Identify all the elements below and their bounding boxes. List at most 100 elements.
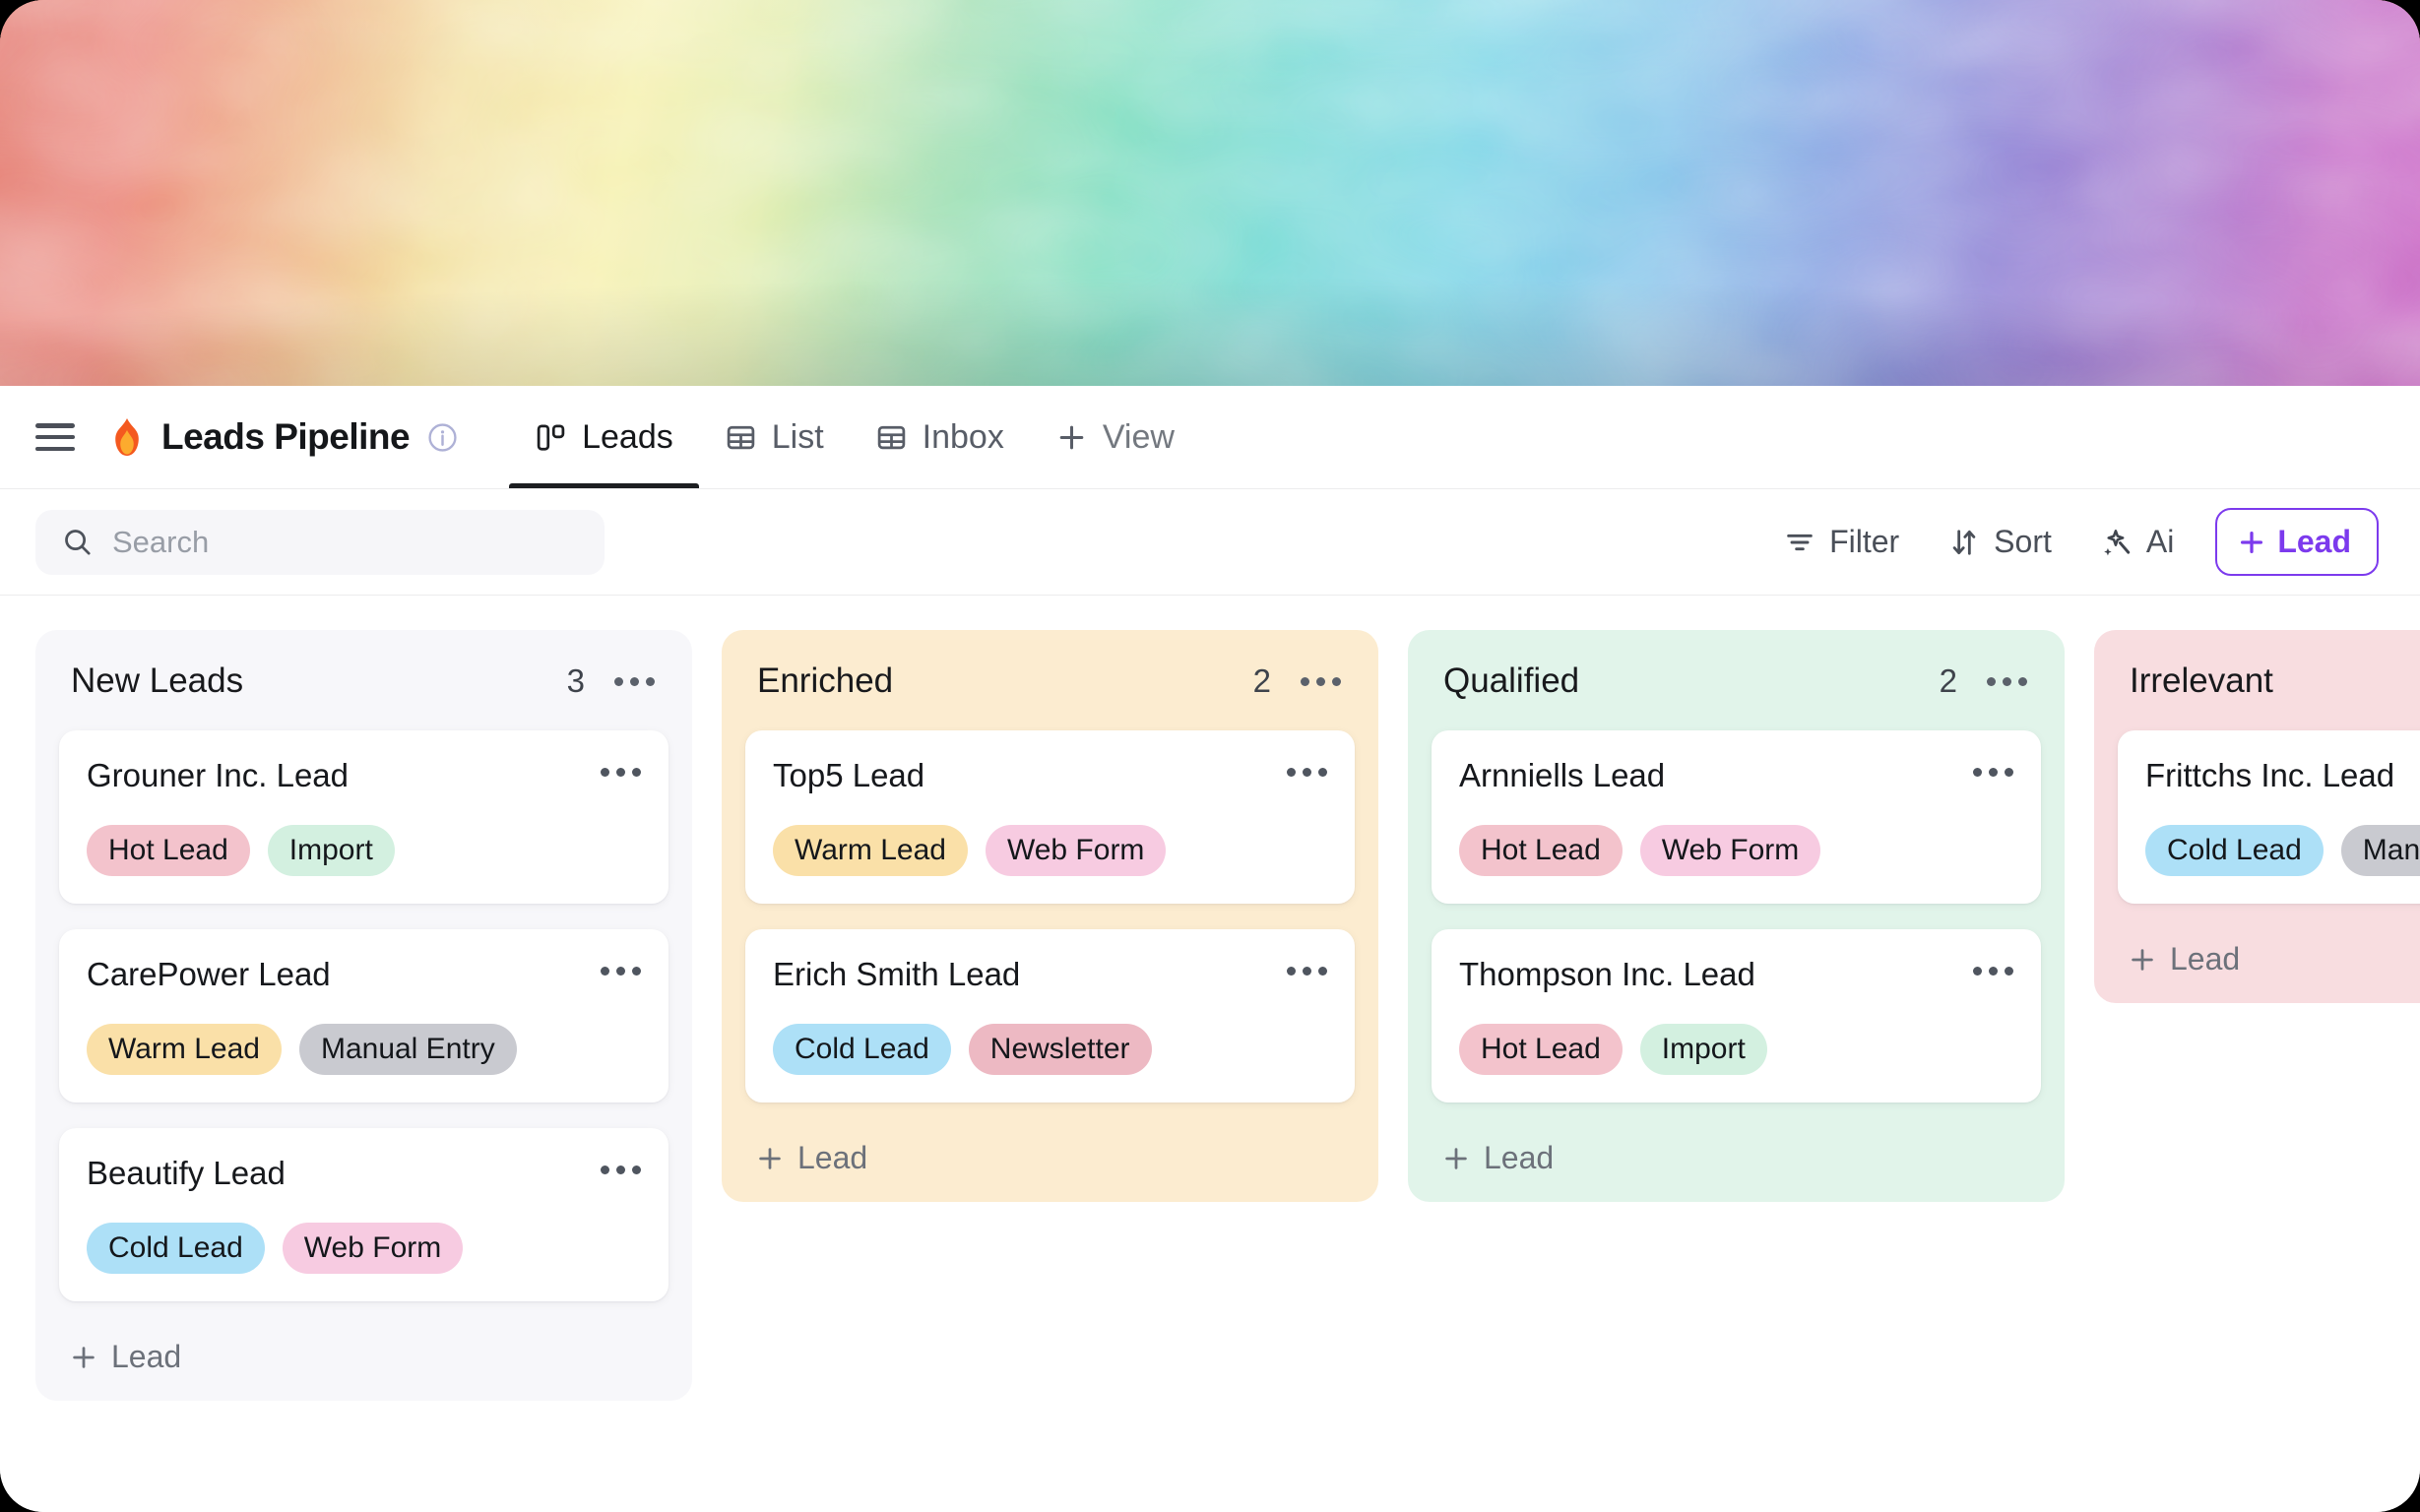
lead-card-menu-icon[interactable] [1287, 956, 1327, 976]
magic-wand-sparkle-icon [2104, 529, 2131, 555]
lead-tag[interactable]: Import [267, 825, 395, 876]
table-grid-icon [727, 425, 754, 449]
kanban-board-icon [537, 423, 565, 451]
column-header: New Leads 3 [59, 656, 669, 730]
tab-inbox[interactable]: Inbox [850, 386, 1030, 488]
tab-label: View [1102, 417, 1175, 456]
tab-leads[interactable]: Leads [509, 386, 699, 488]
lead-tag[interactable]: Web Form [985, 825, 1167, 876]
search-input[interactable] [112, 524, 579, 560]
add-lead-button[interactable]: Lead [2215, 508, 2379, 576]
column-count: 2 [1939, 662, 1957, 699]
column-add-lead-button[interactable]: Lead [745, 1128, 1355, 1180]
column-menu-icon[interactable] [1301, 676, 1341, 686]
lead-card-title: Grouner Inc. Lead [87, 757, 349, 793]
lead-card-title: Erich Smith Lead [773, 956, 1021, 992]
toolbar-actions: Filter Sort Ai Lead [1764, 508, 2379, 576]
lead-card-header: Top5 Lead [773, 757, 1327, 794]
lead-card-tags: Hot Lead Import [87, 825, 641, 876]
lead-card-menu-icon[interactable] [601, 1155, 641, 1174]
lead-card[interactable]: Thompson Inc. Lead Hot Lead Import [1432, 929, 2041, 1102]
lead-card-menu-icon[interactable] [1287, 757, 1327, 777]
sort-arrows-icon [1952, 529, 1976, 555]
ai-label: Ai [2145, 524, 2175, 559]
lead-tag[interactable]: Hot Lead [1459, 1024, 1623, 1075]
tab-list[interactable]: List [699, 386, 850, 488]
lead-card[interactable]: Frittchs Inc. Lead Cold Lead Manual Entry [2118, 730, 2420, 904]
filter-button[interactable]: Filter [1764, 512, 1919, 572]
lead-tag[interactable]: Hot Lead [87, 825, 250, 876]
ai-button[interactable]: Ai [2081, 512, 2194, 572]
column-title: Qualified [1443, 662, 1580, 700]
column-add-lead-label: Lead [797, 1140, 868, 1175]
column-header: Qualified 2 [1432, 656, 2041, 730]
lead-tag[interactable]: Newsletter [968, 1024, 1152, 1075]
column-title: Enriched [757, 662, 894, 700]
search-icon [65, 530, 91, 555]
lead-card-tags: Warm Lead Web Form [773, 825, 1327, 876]
board-toolbar: Filter Sort Ai [0, 489, 2420, 596]
lead-card[interactable]: Grouner Inc. Lead Hot Lead Import [59, 730, 669, 904]
sort-button[interactable]: Sort [1929, 512, 2071, 572]
hamburger-icon[interactable] [33, 420, 77, 454]
lead-tag[interactable]: Warm Lead [87, 1024, 282, 1075]
lead-tag[interactable]: Manual Entry [298, 1024, 517, 1075]
column-menu-icon[interactable] [614, 676, 655, 686]
tab-label: Leads [582, 417, 673, 456]
lead-card-menu-icon[interactable] [1973, 757, 2013, 777]
page-title: Leads Pipeline [161, 416, 411, 457]
plus-icon [1445, 1147, 1467, 1169]
lead-card-header: Arnniells Lead [1459, 757, 2013, 794]
lead-tag[interactable]: Cold Lead [773, 1024, 951, 1075]
column-title: New Leads [71, 662, 244, 700]
lead-card-menu-icon[interactable] [601, 956, 641, 976]
lead-card-tags: Warm Lead Manual Entry [87, 1024, 641, 1075]
lead-card-menu-icon[interactable] [601, 757, 641, 777]
lead-card-tags: Cold Lead Newsletter [773, 1024, 1327, 1075]
kanban-column: Enriched 2 Top5 Lead Warm Lead Web Form Erich… [722, 630, 1378, 1202]
lead-tag[interactable]: Cold Lead [87, 1223, 265, 1274]
info-circle-icon[interactable] [427, 422, 458, 453]
lead-card-title: Thompson Inc. Lead [1459, 956, 1755, 992]
lead-card[interactable]: Erich Smith Lead Cold Lead Newsletter [745, 929, 1355, 1102]
flame-emoji-icon [115, 418, 139, 456]
view-tabs: Leads List Inbox View [509, 386, 1200, 488]
lead-card-title: Frittchs Inc. Lead [2145, 757, 2395, 793]
lead-card-header: Beautify Lead [87, 1155, 641, 1192]
lead-tag[interactable]: Web Form [1639, 825, 1821, 876]
lead-card[interactable]: CarePower Lead Warm Lead Manual Entry [59, 929, 669, 1102]
tab-label: Inbox [922, 417, 1004, 456]
column-add-lead-label: Lead [2170, 941, 2241, 976]
lead-card-menu-icon[interactable] [1973, 956, 2013, 976]
tab-add-view[interactable]: View [1030, 386, 1200, 488]
lead-card-header: Thompson Inc. Lead [1459, 956, 2013, 993]
cover-vignette [0, 0, 2420, 386]
lead-card[interactable]: Beautify Lead Cold Lead Web Form [59, 1128, 669, 1301]
lead-card-tags: Hot Lead Import [1459, 1024, 2013, 1075]
lead-card-tags: Cold Lead Web Form [87, 1223, 641, 1274]
plus-icon [73, 1346, 95, 1368]
lead-card-header: Grouner Inc. Lead [87, 757, 641, 794]
column-add-lead-button[interactable]: Lead [2118, 929, 2420, 981]
lead-tag[interactable]: Manual Entry [2340, 825, 2420, 876]
lead-tag[interactable]: Warm Lead [773, 825, 968, 876]
plus-icon [2132, 948, 2153, 971]
lead-card[interactable]: Top5 Lead Warm Lead Web Form [745, 730, 1355, 904]
lead-card-title: Arnniells Lead [1459, 757, 1666, 793]
kanban-column: Irrelevant Frittchs Inc. Lead Cold Lead Man… [2094, 630, 2420, 1003]
lead-tag[interactable]: Import [1639, 1024, 1767, 1075]
column-menu-icon[interactable] [1987, 676, 2027, 686]
lead-card-title: Top5 Lead [773, 757, 925, 793]
lead-card[interactable]: Arnniells Lead Hot Lead Web Form [1432, 730, 2041, 904]
column-add-lead-button[interactable]: Lead [1432, 1128, 2041, 1180]
kanban-board: New Leads 3 Grouner Inc. Lead Hot Lead Impor… [0, 596, 2420, 1512]
lead-tag[interactable]: Hot Lead [1459, 825, 1623, 876]
app-window: Leads Pipeline Leads List Inbox View Sea… [0, 0, 2420, 1512]
lead-tag[interactable]: Web Form [282, 1223, 464, 1274]
column-title: Irrelevant [2130, 662, 2273, 700]
search-box[interactable] [35, 509, 605, 575]
lead-tag[interactable]: Cold Lead [2145, 825, 2324, 876]
plus-icon [759, 1147, 781, 1169]
column-header: Irrelevant [2118, 656, 2420, 730]
column-add-lead-button[interactable]: Lead [59, 1327, 669, 1379]
